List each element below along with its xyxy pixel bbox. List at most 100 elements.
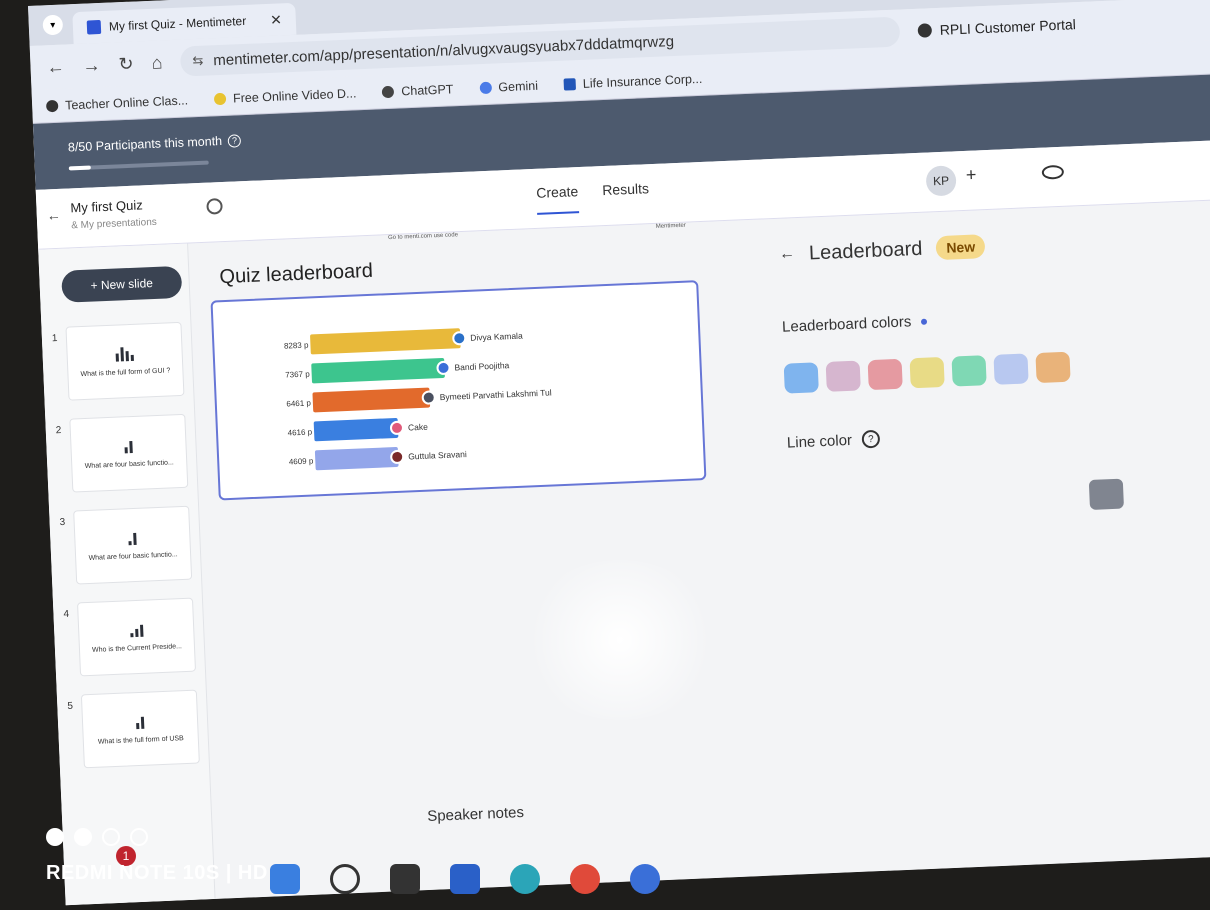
dot-icon [46, 828, 64, 846]
player-avatar [436, 360, 451, 376]
search-icon[interactable] [330, 864, 360, 894]
slide-preview: What is the full form of GUI ? [65, 321, 185, 401]
video-icon [213, 92, 227, 105]
tab-results[interactable]: Results [602, 180, 650, 212]
slide-thumbnail[interactable]: 5 What is the full form of USB [67, 689, 200, 769]
mentimeter-logo-icon [86, 19, 102, 35]
dot-icon [74, 828, 92, 846]
profile-icon[interactable] [630, 864, 660, 894]
bookmark-label: Teacher Online Clas... [64, 92, 189, 113]
player-avatar [452, 330, 467, 346]
player-name: Guttula Sravani [407, 449, 467, 462]
leaderboard-row: 8283 p Divya Kamala [214, 326, 523, 359]
forward-arrow-icon[interactable]: → [82, 55, 101, 77]
home-icon[interactable]: ⌂ [151, 52, 163, 73]
new-slide-button[interactable]: + New slide [61, 265, 183, 303]
info-dot-icon [921, 318, 928, 325]
participants-progress-fill [68, 165, 92, 171]
preview-eye-icon[interactable] [1041, 164, 1065, 180]
leaderboard-row: 7367 p Bandi Poojitha [215, 355, 509, 387]
player-name: Bymeeti Parvathi Lakshmi Tul [439, 387, 552, 403]
score-bar [313, 417, 399, 442]
bar-chart-icon [115, 346, 134, 362]
presentation-title[interactable]: My first Quiz [70, 197, 143, 215]
slide-thumbnail[interactable]: 2 What are four basic functio... [55, 413, 189, 493]
leaderboard[interactable]: 8283 p Divya Kamala 7367 p Bandi Poojitha 64… [210, 280, 707, 501]
tab-create[interactable]: Create [535, 183, 580, 215]
color-swatch[interactable] [1035, 351, 1071, 384]
participants-label: 8/50 Participants this month [67, 133, 223, 155]
store-icon[interactable] [450, 864, 480, 894]
color-swatch[interactable] [783, 362, 819, 394]
settings-icon[interactable] [206, 198, 223, 215]
color-swatch[interactable] [951, 355, 987, 387]
player-avatar [389, 449, 405, 465]
bookmark-item[interactable]: Life Insurance Corp... [563, 71, 703, 91]
help-icon[interactable]: ? [227, 133, 242, 148]
color-swatch[interactable] [993, 353, 1029, 385]
bookmark-label: Life Insurance Corp... [582, 71, 703, 91]
slide-thumbnail[interactable]: 1 What is the full form of GUI ? [51, 321, 185, 401]
slide-preview: What are four basic functio... [73, 505, 193, 585]
add-collaborator-icon[interactable]: + [965, 164, 976, 185]
tab-dropdown-icon[interactable]: ▾ [42, 14, 64, 36]
player-name: Cake [407, 421, 429, 433]
edge-icon[interactable] [510, 864, 540, 894]
back-arrow-icon[interactable]: ← [46, 56, 65, 78]
bookmark-item[interactable]: Teacher Online Clas... [45, 92, 189, 113]
leaderboard-row: 4616 p Cake [218, 417, 428, 446]
score-bar [312, 387, 431, 413]
windows-start-icon[interactable] [270, 864, 300, 894]
score-bar [314, 446, 399, 471]
player-score: 7367 p [285, 369, 310, 380]
new-badge: New [935, 234, 986, 261]
bookmark-rpli[interactable]: RPLI Customer Portal [917, 16, 1076, 39]
lic-icon [563, 77, 577, 91]
color-swatch[interactable] [867, 358, 903, 391]
leaderboard-row: 6461 p Bymeeti Parvathi Lakshmi Tul [217, 382, 553, 416]
camera-watermark: REDMI NOTE 10S | HD [46, 862, 268, 884]
globe-icon [917, 23, 933, 38]
help-icon[interactable]: ? [861, 429, 881, 449]
avatar[interactable]: KP [925, 165, 957, 197]
dot-icon [102, 828, 120, 846]
player-score: 4609 p [288, 455, 314, 466]
globe-icon [45, 99, 59, 112]
breadcrumb[interactable]: & My presentations [71, 217, 157, 232]
bookmark-label: ChatGPT [401, 81, 454, 98]
task-view-icon[interactable] [390, 864, 420, 894]
bookmark-item[interactable]: Free Online Video D... [213, 86, 357, 106]
player-score: 4616 p [287, 426, 313, 437]
brand-label: Mentimeter [655, 222, 686, 230]
player-score: 8283 p [283, 340, 309, 351]
close-tab-icon[interactable]: ✕ [270, 11, 282, 28]
bar-chart-icon [129, 622, 143, 637]
color-swatch[interactable] [825, 360, 861, 392]
chatgpt-icon [382, 85, 395, 98]
player-name: Divya Kamala [470, 330, 523, 343]
player-avatar [421, 390, 437, 405]
bookmark-item[interactable]: ChatGPT [382, 82, 454, 99]
back-arrow-icon[interactable]: ← [46, 207, 61, 224]
tab-title: My first Quiz - Mentimeter [108, 13, 247, 34]
back-arrow-icon[interactable]: ← [779, 245, 796, 264]
slide-thumbnail[interactable]: 4 Who is the Current Preside... [63, 597, 197, 677]
slide-caption: Who is the Current Preside... [91, 642, 183, 654]
site-settings-icon[interactable]: ⇆ [192, 53, 204, 69]
slide-preview: Who is the Current Preside... [77, 597, 197, 677]
slide-thumbnail[interactable]: 3 What are four basic functio... [59, 505, 193, 585]
screen-glare [520, 560, 720, 720]
slide-canvas[interactable]: Go to menti.com use code Mentimeter Quiz… [209, 223, 721, 557]
reload-icon[interactable]: ↻ [118, 53, 134, 75]
leaderboard-colors-label: Leaderboard colors [781, 313, 912, 336]
panel-title: Leaderboard [808, 237, 923, 265]
color-swatch[interactable] [909, 356, 945, 389]
bar-chart-icon [124, 439, 133, 453]
speaker-notes-toggle[interactable]: Speaker notes [427, 804, 524, 825]
slide-caption: What is the full form of USB [97, 734, 184, 746]
bar-chart-icon [128, 530, 137, 545]
chrome-icon[interactable] [570, 864, 600, 894]
slide-title[interactable]: Quiz leaderboard [219, 260, 373, 289]
bookmark-item[interactable]: Gemini [479, 78, 538, 94]
line-color-picker[interactable] [1088, 478, 1125, 510]
